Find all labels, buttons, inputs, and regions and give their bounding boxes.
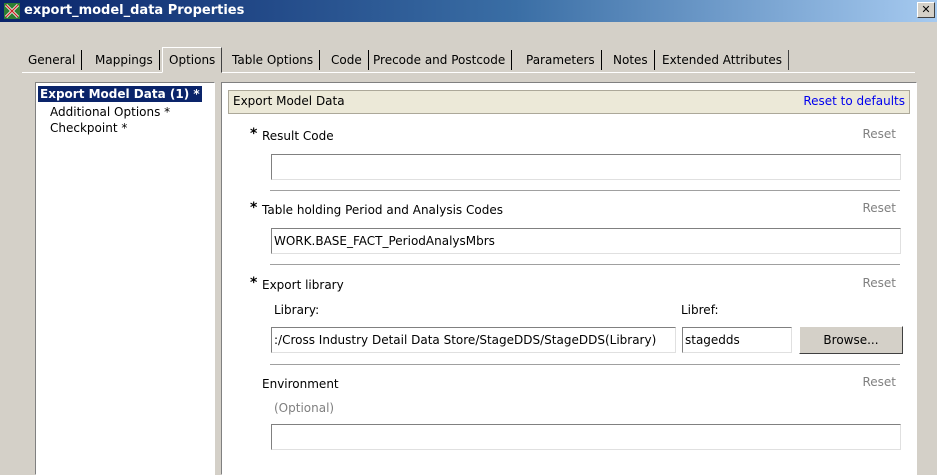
export-library-reset[interactable]: Reset [862, 276, 896, 290]
app-icon [4, 3, 20, 19]
tab-code[interactable]: Code [325, 50, 369, 70]
table-codes-reset[interactable]: Reset [862, 201, 896, 215]
reset-to-defaults-link[interactable]: Reset to defaults [803, 94, 905, 108]
tab-parameters[interactable]: Parameters [520, 50, 602, 70]
environment-reset[interactable]: Reset [862, 375, 896, 389]
close-icon: ✕ [921, 3, 931, 16]
environment-input[interactable] [271, 424, 901, 450]
window-title: export_model_data Properties [24, 3, 245, 18]
libref-label: Libref: [681, 303, 719, 317]
divider [270, 364, 900, 366]
result-code-reset[interactable]: Reset [862, 127, 896, 141]
options-panel: Export Model Data Reset to defaults * Re… [221, 82, 917, 475]
library-label: Library: [274, 303, 320, 317]
divider [270, 190, 900, 192]
tab-precode-postcode[interactable]: Precode and Postcode [367, 50, 513, 70]
tab-extended-attributes[interactable]: Extended Attributes [656, 50, 790, 70]
tab-general[interactable]: General [22, 50, 83, 70]
divider [270, 264, 900, 266]
options-tree: Export Model Data (1) * Additional Optio… [35, 82, 215, 475]
tab-mappings[interactable]: Mappings [89, 50, 160, 70]
library-input[interactable]: :/Cross Industry Detail Data Store/Stage… [271, 327, 676, 353]
export-library-label: Export library [262, 278, 344, 292]
title-bar: export_model_data Properties ✕ [0, 0, 937, 22]
environment-label: Environment [262, 377, 339, 391]
tab-notes[interactable]: Notes [607, 50, 655, 70]
browse-button[interactable]: Browse... [799, 326, 903, 354]
required-marker: * [250, 200, 258, 216]
tree-item-additional-options[interactable]: Additional Options * [50, 105, 170, 120]
required-marker: * [250, 275, 258, 291]
libref-input[interactable]: stagedds [682, 327, 792, 353]
section-header: Export Model Data Reset to defaults [228, 90, 910, 114]
table-codes-input[interactable]: WORK.BASE_FACT_PeriodAnalysMbrs [271, 228, 901, 254]
result-code-input[interactable] [271, 154, 901, 180]
close-button[interactable]: ✕ [917, 2, 935, 18]
table-codes-label: Table holding Period and Analysis Codes [262, 203, 503, 217]
tab-divider [22, 72, 915, 73]
tree-item-export-model-data[interactable]: Export Model Data (1) * [38, 86, 202, 102]
result-code-label: Result Code [262, 129, 334, 143]
tab-options[interactable]: Options [162, 47, 223, 73]
tab-table-options[interactable]: Table Options [226, 50, 321, 70]
environment-optional-hint: (Optional) [274, 401, 335, 415]
required-marker: * [250, 126, 258, 142]
tree-item-checkpoint[interactable]: Checkpoint * [50, 121, 127, 136]
section-title: Export Model Data [233, 94, 345, 108]
